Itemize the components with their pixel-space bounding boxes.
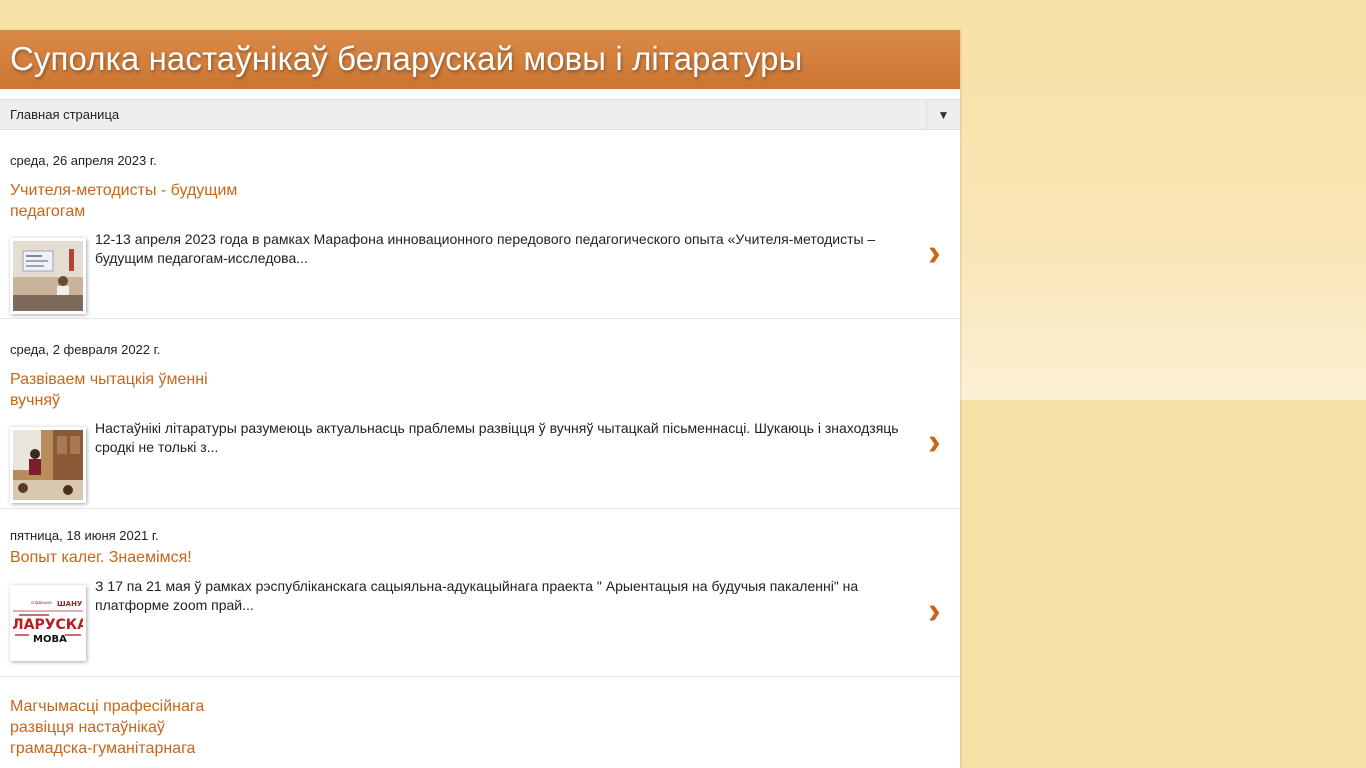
- post-thumbnail[interactable]: [10, 427, 86, 503]
- page-nav: Главная страница ▼: [0, 99, 960, 130]
- post-title-link[interactable]: Магчымасці прафесійнага развіцця настаўн…: [10, 696, 250, 759]
- blog-title[interactable]: Суполка настаўнікаў беларускай мовы і лі…: [10, 40, 802, 78]
- post-item: Магчымасці прафесійнага развіцця настаўн…: [0, 677, 960, 767]
- word-cloud-main-text: ЛАРУСКАЯ: [13, 617, 83, 633]
- blog-header: Суполка настаўнікаў беларускай мовы і лі…: [0, 30, 960, 89]
- triangle-down-icon: ▼: [937, 108, 950, 122]
- post-snippet: 12-13 апреля 2023 года в рамках Марафона…: [95, 231, 876, 266]
- post-item: пятница, 18 июня 2021 г. Вопыт калег. Зн…: [0, 509, 960, 677]
- nav-home-label[interactable]: Главная страница: [10, 107, 119, 122]
- post-date: среда, 26 апреля 2023 г.: [10, 153, 157, 168]
- post-title-link[interactable]: Развіваем чытацкія ўменні вучняў: [10, 369, 250, 411]
- post-snippet: З 17 па 21 мая ў рамках рэспубліканскага…: [95, 578, 859, 613]
- chevron-right-icon[interactable]: ›: [928, 592, 941, 630]
- post-list: среда, 26 апреля 2023 г. Учителя-методис…: [0, 130, 960, 767]
- chevron-right-icon[interactable]: ›: [928, 234, 941, 272]
- chevron-right-icon[interactable]: ›: [928, 423, 941, 461]
- word-cloud-sub-text: МОВА: [33, 634, 67, 645]
- thumbnail-image-classroom: [13, 430, 83, 500]
- post-thumbnail[interactable]: [10, 238, 86, 314]
- thumbnail-image-lecture: [13, 241, 83, 311]
- post-date: пятница, 18 июня 2021 г.: [10, 528, 159, 543]
- post-item: среда, 2 февраля 2022 г. Развіваем чытац…: [0, 319, 960, 509]
- post-item: среда, 26 апреля 2023 г. Учителя-методис…: [0, 130, 960, 319]
- post-snippet: Настаўнікі літаратуры разумеюць актуальн…: [95, 420, 899, 455]
- word-cloud-small-text: ШАНУЙ: [57, 599, 83, 608]
- nav-dropdown-button[interactable]: ▼: [926, 100, 960, 129]
- post-date: среда, 2 февраля 2022 г.: [10, 342, 161, 357]
- thumbnail-image-word-cloud: спадчына ШАНУЙ ЛАРУСКАЯ МОВА: [13, 588, 83, 658]
- word-cloud-small-text: спадчына: [31, 600, 52, 605]
- blog-page: Суполка настаўнікаў беларускай мовы і лі…: [0, 30, 960, 768]
- post-title-link[interactable]: Учителя-методисты - будущим педагогам: [10, 180, 250, 222]
- post-thumbnail[interactable]: спадчына ШАНУЙ ЛАРУСКАЯ МОВА: [10, 585, 86, 661]
- post-title-link[interactable]: Вопыт калег. Знаемімся!: [10, 547, 410, 568]
